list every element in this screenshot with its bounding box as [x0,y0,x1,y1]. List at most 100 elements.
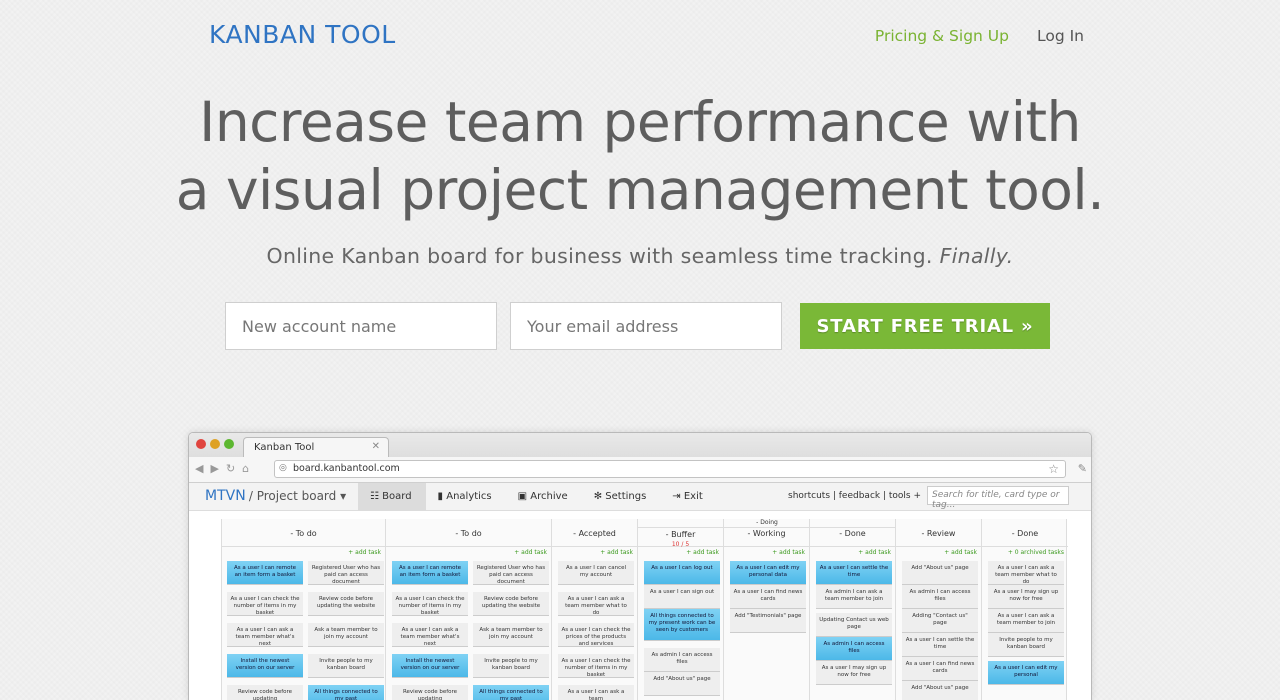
task-card: As a user I can settle the time [902,633,978,657]
column-header: - Accepted [552,519,637,547]
close-dot-icon [196,439,206,449]
analytics-icon: ▮ [437,491,447,502]
maximize-dot-icon [224,439,234,449]
task-card: All things connected to my past [308,685,384,700]
hero-subline-text: Online Kanban board for business with se… [266,244,933,268]
hero-headline-line1: Increase team performance with [199,90,1081,154]
exit-icon: ⇥ [672,491,684,502]
reload-icon: ↻ [225,462,236,475]
task-card: As a user I can ask a team member what t… [988,561,1064,585]
task-card: As a user I can edit my personal data [730,561,806,585]
nav-login-link[interactable]: Log In [1037,27,1084,45]
wrench-icon: ✎ [1077,462,1087,475]
project-selector: MTVN / Project board ▾ [205,488,346,504]
app-toolbar: MTVN / Project board ▾ ☷ Board ▮ Analyti… [189,483,1091,511]
menu-analytics-label: Analytics [446,491,492,502]
task-card: Review code before updating [227,685,303,700]
menu-analytics: ▮ Analytics [426,483,506,511]
task-card: Install the newest version on our server [392,654,468,678]
menu-archive: ▣ Archive [506,483,582,511]
home-icon: ⌂ [242,462,250,475]
gear-icon: ✻ [593,491,606,502]
task-card: As a user I can cancel my account [558,561,634,585]
column-header: - To do [222,519,385,547]
browser-tab-bar: Kanban Tool ✕ [189,433,1091,457]
hero-headline-line2: a visual project management tool. [175,158,1105,222]
task-card: As a user I can remote an item form a ba… [392,561,468,585]
project-name: / Project board ▾ [248,489,347,503]
back-arrow-icon: ◀ [195,462,204,475]
hero-headline: Increase team performance with a visual … [0,88,1280,224]
browser-address-bar: ◀ ▶ ↻ ⌂ ◎ board.kanbantool.com ☆ ✎ [189,457,1091,483]
column-header: - Done [982,519,1068,547]
kanban-tool-logo[interactable]: KANBAN TOOL [209,20,396,49]
task-card: As a user I can check the number of item… [392,592,468,616]
star-icon: ☆ [1048,462,1059,476]
task-card: As a user I can ask a team member what t… [558,592,634,616]
task-card: As a user I can ask a team member what's… [227,623,303,647]
task-card: As a user I can find news cards [902,657,978,681]
column-header: - Review [896,519,981,547]
hero-subline: Online Kanban board for business with se… [0,244,1280,268]
task-card: As a user I can check the number of item… [558,654,634,678]
task-card: As a user I can edit my personal [988,661,1064,685]
app-menu: ☷ Board ▮ Analytics ▣ Archive ✻ Settings… [358,483,717,511]
task-card: As a user I may sign up now for free [988,585,1064,609]
browser-nav-buttons: ◀ ▶ ↻ ⌂ [195,462,249,475]
account-name-input[interactable] [225,302,497,350]
column-header: - To do [386,519,551,547]
menu-exit: ⇥ Exit [660,483,717,511]
add-task-link: + add task [514,549,547,556]
task-card: Add "About us" page [644,672,720,696]
task-card: As admin I can ask a team member to join [816,585,892,609]
menu-exit-label: Exit [683,491,703,502]
menu-archive-label: Archive [530,491,568,502]
task-card: As a user I can find news cards [730,585,806,609]
email-input[interactable] [510,302,782,350]
browser-tab-title: Kanban Tool [254,442,315,453]
add-task-link: + add task [686,549,719,556]
org-name: MTVN [205,488,246,504]
task-card: Add "Testimonials" page [730,609,806,633]
add-task-link: + add task [348,549,381,556]
task-card: As a user I can ask a team [558,685,634,700]
task-card: As a user I can log out [644,561,720,585]
task-card: Review code before updating [392,685,468,700]
start-free-trial-button[interactable]: START FREE TRIAL » [800,303,1050,349]
task-card: Registered User who has paid can access … [473,561,549,585]
task-card: As admin I can access files [816,637,892,661]
task-card: All things connected to my past [473,685,549,700]
top-nav: Pricing & Sign Up Log In [875,27,1084,45]
task-card: As admin I can access files [644,648,720,672]
task-card: As admin I can access files [902,585,978,609]
task-card: Invite people to my kanban board [473,654,549,678]
column-header: - Done [810,519,895,547]
add-task-link: + add task [600,549,633,556]
task-card: Install the newest version on our server [227,654,303,678]
browser-tab: Kanban Tool ✕ [243,437,389,457]
task-card: Review code before updating the website [308,592,384,616]
nav-pricing-signup-link[interactable]: Pricing & Sign Up [875,27,1009,45]
task-card: Ask a team member to join my account [473,623,549,647]
task-card: As a user I can sign out [644,585,720,609]
task-card: As a user I may sign up now for free [816,661,892,685]
task-card: Invite people to my kanban board [988,633,1064,657]
product-screenshot-browser: Kanban Tool ✕ ◀ ▶ ↻ ⌂ ◎ board.kanbantool… [188,432,1092,700]
task-card: Review code before updating the website [473,592,549,616]
task-card: As a user I can settle the time [816,561,892,585]
app-toolbar-right: shortcuts | feedback | tools + Search fo… [788,486,1069,510]
task-card: Updating Contact us web page [816,613,892,637]
add-task-link: + add task [858,549,891,556]
globe-icon: ◎ [279,463,287,473]
column-header: - Buffer 10 / 5 [638,519,723,548]
add-task-link: + add task [772,549,805,556]
signup-form: START FREE TRIAL » [225,302,1050,350]
task-card: Add "About us" page [902,561,978,585]
forward-arrow-icon: ▶ [210,462,219,475]
wip-limit: 10 / 5 [671,541,690,548]
browser-url-text: board.kanbantool.com [293,463,400,474]
menu-board-label: Board [382,491,412,502]
task-card: Adding "Contact us" page [902,609,978,633]
menu-settings-label: Settings [605,491,647,502]
browser-url-field: ◎ board.kanbantool.com ☆ ✎ [274,460,1087,478]
